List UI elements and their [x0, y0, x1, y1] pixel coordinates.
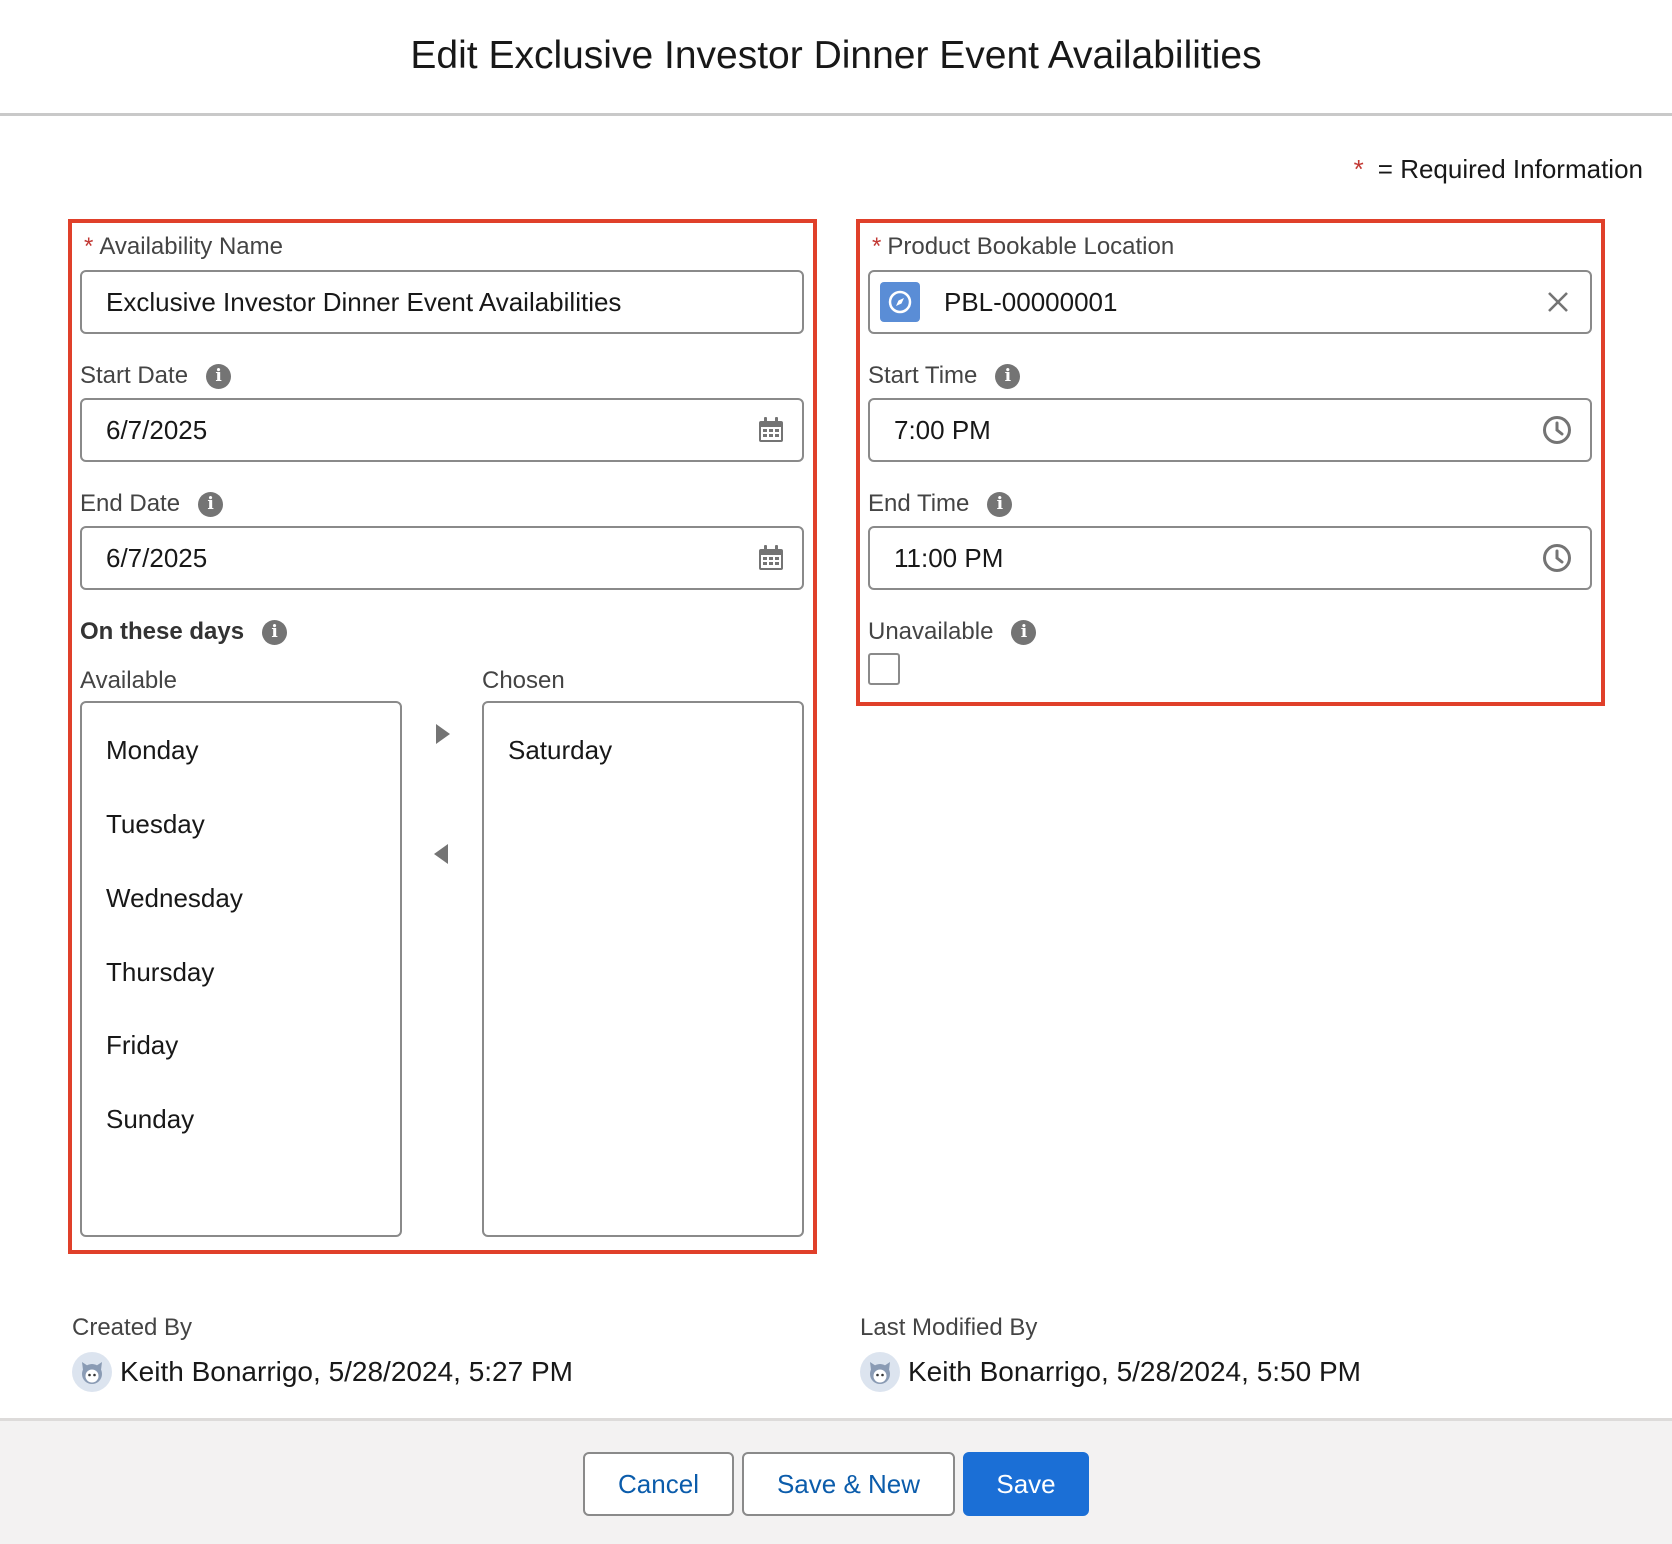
caret-left-icon: [434, 844, 448, 864]
clock-icon[interactable]: [1542, 415, 1572, 445]
user-avatar-icon: [82, 1362, 102, 1384]
end-time-label-text: End Time: [868, 490, 970, 517]
end-date-value: 6/7/2025: [106, 542, 208, 573]
info-icon[interactable]: i: [206, 363, 232, 389]
info-icon[interactable]: i: [198, 491, 224, 517]
chosen-listbox[interactable]: Saturday: [482, 701, 804, 1237]
created-by-value: Keith Bonarrigo, 5/28/2024, 5:27 PM: [72, 1352, 573, 1392]
unavailable-label-text: Unavailable: [868, 618, 994, 645]
info-icon[interactable]: i: [995, 363, 1021, 389]
clock-icon[interactable]: [1542, 543, 1572, 573]
on-these-days-label: On these days i: [80, 618, 288, 646]
on-these-days-label-text: On these days: [80, 618, 245, 645]
start-time-label: Start Time i: [868, 362, 1021, 390]
last-modified-label: Last Modified By: [860, 1314, 1038, 1341]
unavailable-checkbox[interactable]: [868, 653, 900, 685]
availability-name-label: * Availability Name: [84, 233, 283, 261]
list-item[interactable]: Friday: [106, 1030, 178, 1061]
start-time-label-text: Start Time: [868, 362, 978, 389]
end-time-value: 11:00 PM: [894, 542, 1004, 573]
list-item[interactable]: Monday: [106, 735, 199, 766]
user-avatar-icon: [870, 1362, 890, 1384]
list-item[interactable]: Sunday: [106, 1104, 194, 1135]
required-star: *: [84, 233, 94, 260]
created-by-label: Created By: [72, 1314, 193, 1341]
clear-selection-icon[interactable]: [1546, 290, 1570, 314]
available-listbox[interactable]: Monday Tuesday Wednesday Thursday Friday…: [80, 701, 402, 1237]
location-lookup-input[interactable]: PBL-00000001: [868, 270, 1592, 334]
info-icon[interactable]: i: [262, 619, 288, 645]
required-note-text: = Required Information: [1377, 154, 1643, 184]
avatar[interactable]: [72, 1352, 112, 1392]
save-and-new-button[interactable]: Save & New: [742, 1452, 955, 1516]
list-item[interactable]: Thursday: [106, 957, 214, 988]
list-item[interactable]: Saturday: [508, 735, 612, 766]
calendar-icon[interactable]: [758, 545, 784, 571]
unavailable-label: Unavailable i: [868, 618, 1037, 646]
move-left-button[interactable]: [427, 839, 457, 869]
available-list-label: Available: [80, 667, 177, 694]
end-time-input[interactable]: 11:00 PM: [868, 526, 1592, 590]
info-icon[interactable]: i: [1011, 619, 1037, 645]
availability-name-label-text: Availability Name: [99, 233, 283, 260]
start-date-value: 6/7/2025: [106, 414, 208, 445]
info-icon[interactable]: i: [987, 491, 1013, 517]
start-time-input[interactable]: 7:00 PM: [868, 398, 1592, 462]
modal-title: Edit Exclusive Investor Dinner Event Ava…: [410, 33, 1262, 77]
start-date-input[interactable]: 6/7/2025: [80, 398, 804, 462]
caret-right-icon: [436, 724, 450, 744]
location-label: * Product Bookable Location: [872, 233, 1174, 261]
required-star: *: [872, 233, 882, 260]
cancel-button[interactable]: Cancel: [583, 1452, 734, 1516]
save-button[interactable]: Save: [963, 1452, 1089, 1516]
last-modified-value: Keith Bonarrigo, 5/28/2024, 5:50 PM: [860, 1352, 1361, 1392]
end-date-input[interactable]: 6/7/2025: [80, 526, 804, 590]
avatar[interactable]: [860, 1352, 900, 1392]
start-date-label: Start Date i: [80, 362, 232, 390]
end-time-label: End Time i: [868, 490, 1013, 518]
required-note: * = Required Information: [1354, 154, 1643, 185]
required-star: *: [1353, 154, 1364, 184]
last-modified-text[interactable]: Keith Bonarrigo, 5/28/2024, 5:50 PM: [908, 1356, 1361, 1388]
end-date-label-text: End Date: [80, 490, 181, 517]
created-by-text[interactable]: Keith Bonarrigo, 5/28/2024, 5:27 PM: [120, 1356, 573, 1388]
move-right-button[interactable]: [427, 719, 457, 749]
start-date-label-text: Start Date: [80, 362, 189, 389]
end-date-label: End Date i: [80, 490, 224, 518]
location-label-text: Product Bookable Location: [887, 233, 1175, 260]
list-item[interactable]: Tuesday: [106, 809, 205, 840]
availability-name-input[interactable]: Exclusive Investor Dinner Event Availabi…: [80, 270, 804, 334]
location-value: PBL-00000001: [944, 286, 1118, 317]
list-item[interactable]: Wednesday: [106, 883, 243, 914]
availability-name-value: Exclusive Investor Dinner Event Availabi…: [106, 286, 622, 317]
compass-icon: [880, 282, 920, 322]
start-time-value: 7:00 PM: [894, 414, 991, 445]
chosen-list-label: Chosen: [482, 667, 565, 694]
calendar-icon[interactable]: [758, 417, 784, 443]
modal-header: Edit Exclusive Investor Dinner Event Ava…: [0, 0, 1672, 116]
